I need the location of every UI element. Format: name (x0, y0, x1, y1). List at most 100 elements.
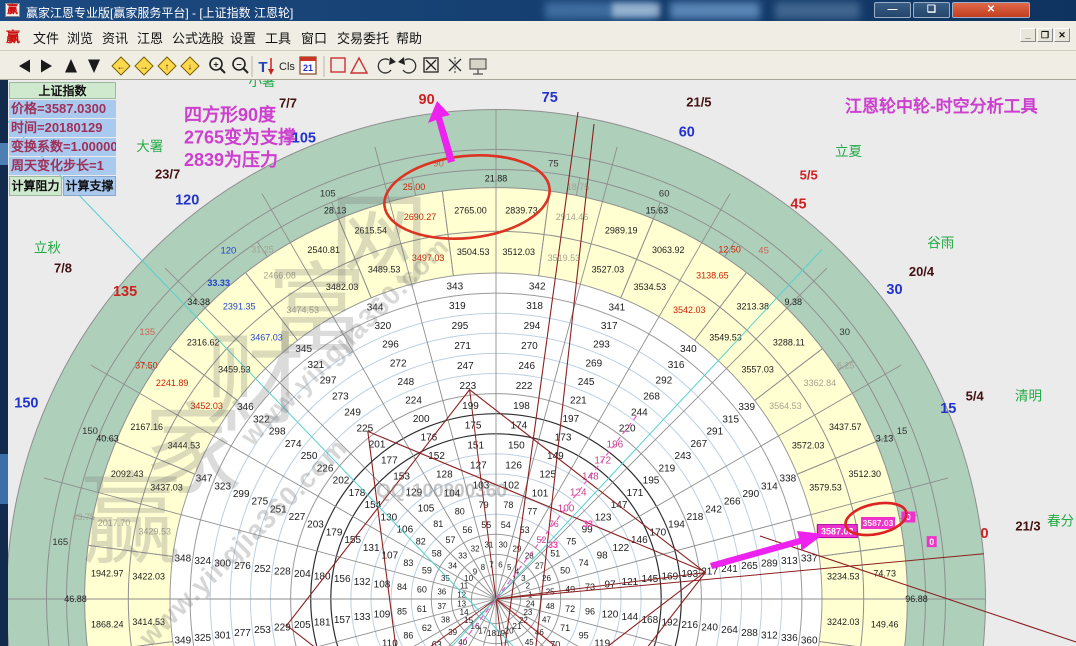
svg-text:30: 30 (839, 327, 850, 338)
svg-text:180: 180 (314, 572, 331, 583)
svg-text:179: 179 (326, 527, 343, 538)
svg-text:96: 96 (585, 607, 595, 617)
svg-text:228: 228 (274, 566, 291, 577)
svg-text:45: 45 (758, 246, 769, 257)
svg-text:62: 62 (422, 623, 432, 633)
svg-text:32: 32 (471, 544, 480, 553)
svg-text:245: 245 (578, 377, 595, 388)
svg-text:3288.11: 3288.11 (773, 337, 805, 347)
svg-text:295: 295 (452, 321, 469, 332)
svg-text:84: 84 (397, 582, 407, 592)
svg-text:12.50: 12.50 (718, 245, 741, 255)
svg-text:51: 51 (550, 549, 560, 559)
svg-text:15.63: 15.63 (646, 206, 669, 216)
svg-text:312: 312 (761, 631, 778, 642)
svg-text:119: 119 (594, 639, 610, 646)
svg-text:37: 37 (437, 602, 446, 611)
svg-text:30: 30 (886, 282, 902, 298)
svg-text:3542.03: 3542.03 (673, 305, 706, 315)
svg-text:219: 219 (659, 463, 676, 474)
svg-text:7/8: 7/8 (54, 261, 72, 276)
svg-text:173: 173 (555, 433, 572, 444)
svg-text:2989.19: 2989.19 (605, 225, 638, 235)
svg-text:0: 0 (981, 526, 989, 542)
svg-text:202: 202 (333, 476, 350, 487)
svg-text:3512.03: 3512.03 (503, 247, 536, 257)
svg-text:338: 338 (780, 474, 797, 485)
svg-text:218: 218 (687, 512, 704, 523)
svg-text:3504.53: 3504.53 (457, 247, 490, 257)
svg-text:3534.53: 3534.53 (634, 282, 667, 292)
svg-text:315: 315 (722, 414, 739, 425)
svg-text:33.33: 33.33 (207, 278, 230, 288)
svg-text:24: 24 (526, 599, 535, 608)
svg-text:223: 223 (460, 381, 477, 392)
svg-text:21/5: 21/5 (686, 94, 711, 109)
svg-text:133: 133 (354, 612, 371, 623)
svg-text:59: 59 (422, 566, 432, 576)
svg-text:75: 75 (566, 536, 576, 546)
svg-text:2839为压力: 2839为压力 (184, 149, 278, 170)
svg-text:200: 200 (413, 414, 430, 425)
svg-text:314: 314 (761, 481, 778, 492)
svg-text:3564.53: 3564.53 (769, 401, 802, 411)
svg-text:23/7: 23/7 (155, 167, 180, 182)
svg-text:149.46: 149.46 (871, 620, 899, 630)
svg-text:264: 264 (721, 625, 738, 636)
svg-text:122: 122 (612, 543, 629, 554)
svg-text:171: 171 (627, 488, 644, 499)
svg-text:30: 30 (499, 541, 508, 550)
svg-text:3519.53: 3519.53 (548, 253, 581, 263)
svg-text:222: 222 (516, 381, 533, 392)
svg-text:341: 341 (609, 303, 626, 314)
svg-text:135: 135 (113, 284, 137, 300)
svg-text:21.88: 21.88 (485, 174, 508, 184)
svg-text:←: ← (117, 62, 126, 72)
svg-text:293: 293 (593, 340, 610, 351)
svg-text:21: 21 (303, 63, 313, 73)
svg-text:144: 144 (622, 612, 639, 623)
svg-text:339: 339 (738, 402, 755, 413)
svg-text:0: 0 (929, 537, 934, 547)
svg-text:288: 288 (741, 628, 758, 639)
svg-text:60: 60 (417, 584, 427, 594)
svg-text:123: 123 (595, 512, 612, 523)
svg-text:↓: ↓ (188, 62, 193, 72)
svg-text:47: 47 (542, 616, 551, 625)
svg-text:9: 9 (473, 567, 478, 576)
svg-text:9.38: 9.38 (785, 297, 803, 307)
svg-text:2839.73: 2839.73 (505, 206, 538, 216)
svg-text:198: 198 (513, 401, 530, 412)
svg-text:15: 15 (940, 401, 956, 417)
svg-text:46.88: 46.88 (64, 594, 87, 604)
svg-text:3437.57: 3437.57 (829, 422, 862, 432)
svg-text:3572.03: 3572.03 (792, 440, 825, 450)
svg-text:20/4: 20/4 (909, 264, 935, 279)
svg-text:40: 40 (458, 638, 467, 646)
svg-text:336: 336 (781, 633, 798, 644)
svg-text:3.13: 3.13 (876, 433, 894, 443)
svg-text:203: 203 (307, 520, 324, 531)
svg-text:→: → (140, 62, 149, 72)
svg-text:229: 229 (274, 623, 291, 634)
svg-text:194: 194 (668, 520, 685, 531)
svg-text:168: 168 (641, 615, 658, 626)
svg-text:294: 294 (524, 321, 541, 332)
svg-text:3557.03: 3557.03 (741, 365, 774, 375)
svg-text:82: 82 (416, 536, 426, 546)
svg-text:江恩轮中轮-时空分析工具: 江恩轮中轮-时空分析工具 (845, 96, 1038, 116)
svg-text:270: 270 (521, 341, 538, 352)
svg-text:170: 170 (650, 527, 667, 538)
svg-text:120: 120 (220, 246, 236, 257)
svg-text:125: 125 (539, 470, 556, 481)
svg-text:3242.03: 3242.03 (827, 617, 860, 627)
svg-text:272: 272 (390, 358, 407, 369)
svg-text:289: 289 (761, 559, 778, 570)
svg-text:124: 124 (570, 487, 587, 498)
svg-text:Cls: Cls (279, 61, 295, 73)
svg-text:5: 5 (507, 563, 512, 572)
svg-text:23: 23 (523, 608, 532, 617)
svg-text:38: 38 (441, 616, 450, 625)
svg-text:201: 201 (369, 440, 386, 451)
svg-text:34: 34 (448, 562, 457, 571)
